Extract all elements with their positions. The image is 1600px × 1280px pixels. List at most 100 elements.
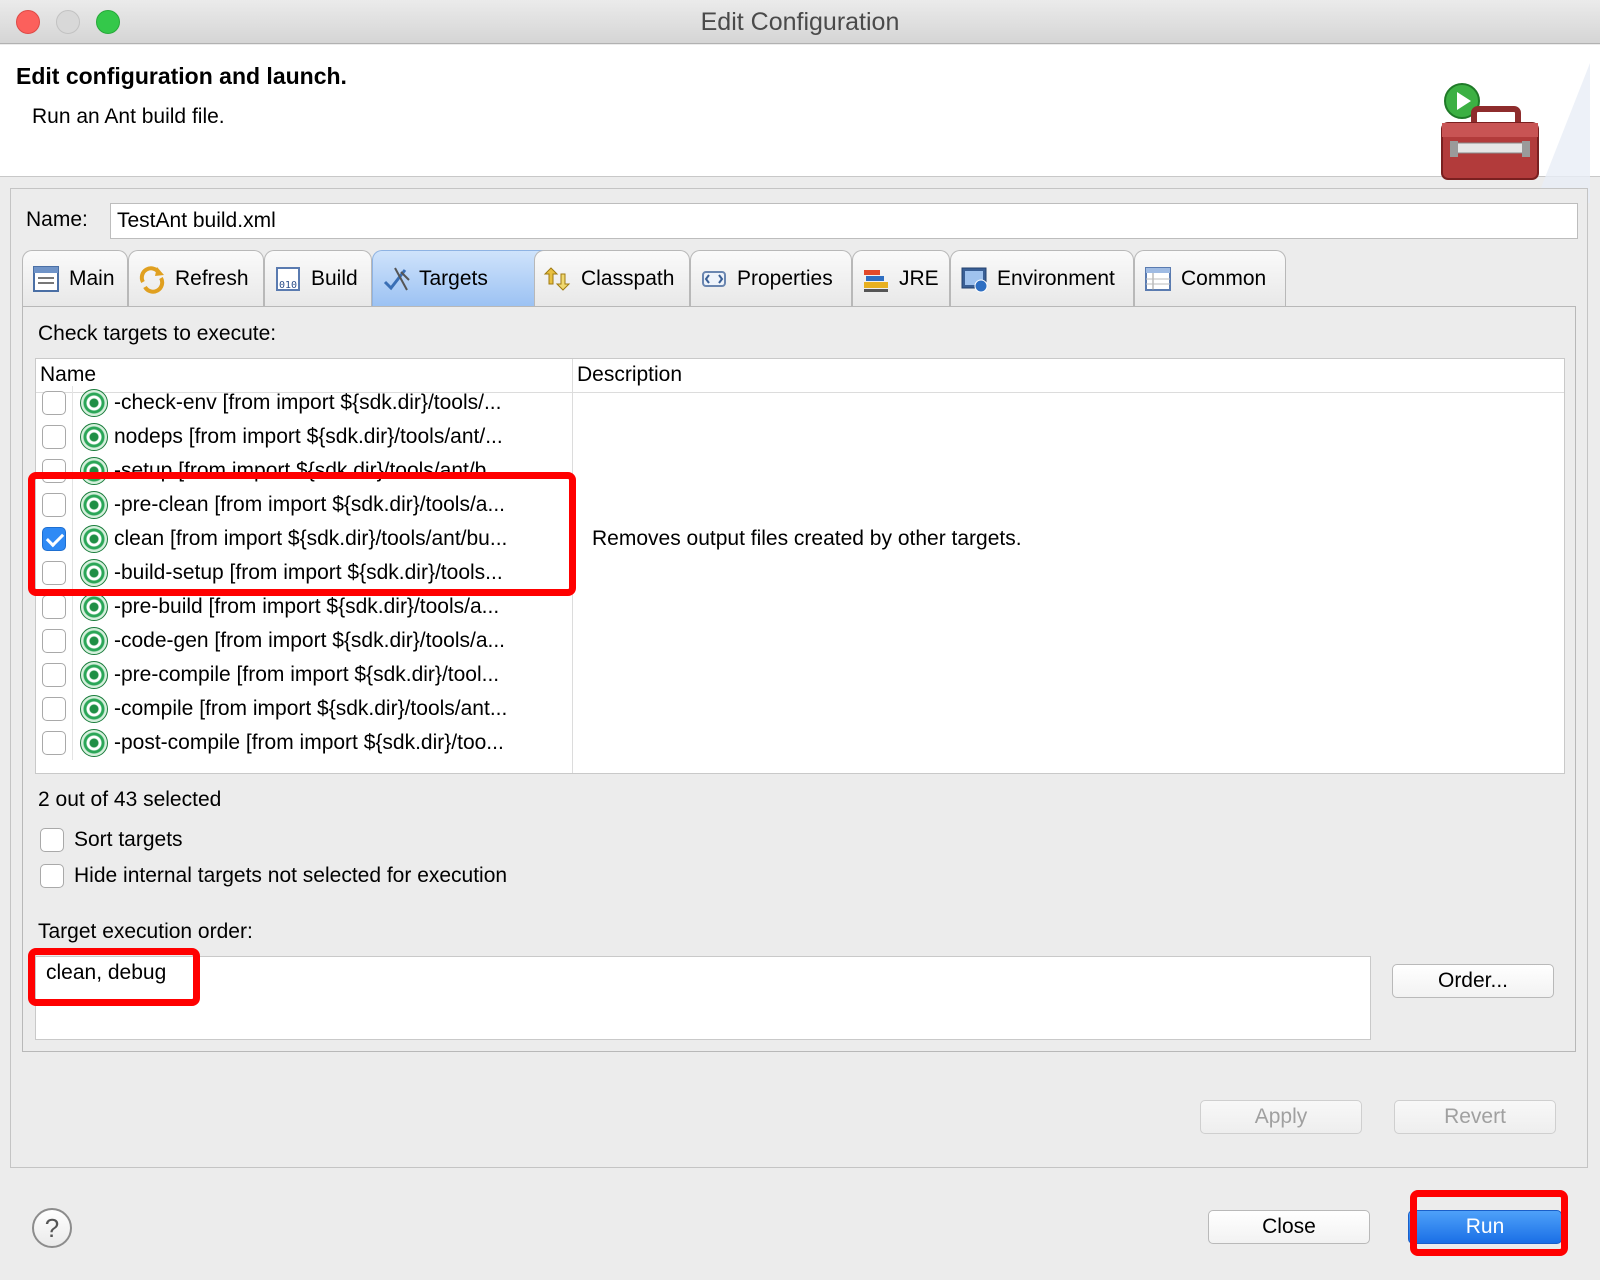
sort-targets-label: Sort targets	[74, 828, 183, 851]
svg-text:010: 010	[279, 280, 297, 291]
main-tab-icon	[33, 265, 59, 292]
tab-main[interactable]: Main	[22, 250, 128, 306]
ant-target-icon	[80, 695, 108, 723]
order-button[interactable]: Order...	[1392, 964, 1554, 998]
table-row[interactable]: -compile [from import ${sdk.dir}/tools/a…	[36, 692, 1564, 726]
apply-button[interactable]: Apply	[1200, 1100, 1362, 1134]
table-row[interactable]: -build-setup [from import ${sdk.dir}/too…	[36, 556, 1564, 590]
execution-order-value: clean, debug	[46, 961, 167, 984]
target-name: -code-gen [from import ${sdk.dir}/tools/…	[114, 629, 506, 652]
ant-toolbox-icon	[1441, 63, 1590, 203]
target-name: -setup [from import ${sdk.dir}/tools/ant…	[114, 459, 504, 482]
window-title: Edit Configuration	[700, 8, 900, 36]
ant-target-icon	[80, 423, 108, 451]
name-input[interactable]	[110, 203, 1578, 239]
cell-divider	[72, 658, 73, 692]
target-checkbox[interactable]	[42, 527, 66, 551]
header-title: Edit configuration and launch.	[16, 63, 347, 89]
ant-target-icon	[80, 661, 108, 689]
hide-internal-label: Hide internal targets not selected for e…	[74, 864, 508, 887]
table-row[interactable]: -code-gen [from import ${sdk.dir}/tools/…	[36, 624, 1564, 658]
execution-order-field[interactable]: clean, debug	[35, 956, 1371, 1040]
ant-target-icon	[80, 491, 108, 519]
tab-label: Properties	[737, 266, 833, 290]
target-checkbox[interactable]	[42, 459, 66, 483]
tab-classpath[interactable]: Classpath	[534, 250, 690, 306]
tab-label: Classpath	[581, 266, 675, 290]
check-targets-label: Check targets to execute:	[38, 322, 277, 345]
table-row[interactable]: -pre-compile [from import ${sdk.dir}/too…	[36, 658, 1564, 692]
ant-target-icon	[80, 593, 108, 621]
jre-icon	[864, 269, 888, 292]
target-name: -compile [from import ${sdk.dir}/tools/a…	[114, 697, 508, 720]
cell-divider	[72, 386, 73, 420]
tab-common[interactable]: Common	[1134, 250, 1286, 306]
tab-targets[interactable]: Targets	[372, 250, 552, 306]
ant-target-icon	[80, 559, 108, 587]
target-checkbox[interactable]	[42, 561, 66, 585]
table-row[interactable]: -pre-clean [from import ${sdk.dir}/tools…	[36, 488, 1564, 522]
target-name: -build-setup [from import ${sdk.dir}/too…	[114, 561, 503, 584]
cell-divider	[72, 624, 73, 658]
tab-properties[interactable]: Properties	[690, 250, 852, 306]
execution-order-label: Target execution order:	[38, 920, 253, 943]
table-row[interactable]: -setup [from import ${sdk.dir}/tools/ant…	[36, 454, 1564, 488]
table-row[interactable]: nodeps [from import ${sdk.dir}/tools/ant…	[36, 420, 1564, 454]
target-description: Removes output files created by other ta…	[592, 527, 1022, 550]
hide-internal-option[interactable]: Hide internal targets not selected for e…	[40, 864, 507, 888]
cell-divider	[72, 590, 73, 624]
cell-divider	[72, 488, 73, 522]
cell-divider	[72, 420, 73, 454]
help-icon[interactable]: ?	[32, 1208, 72, 1248]
target-checkbox[interactable]	[42, 731, 66, 755]
table-row[interactable]: -post-compile [from import ${sdk.dir}/to…	[36, 726, 1564, 760]
ant-target-icon	[80, 729, 108, 757]
target-checkbox[interactable]	[42, 663, 66, 687]
target-checkbox[interactable]	[42, 391, 66, 415]
target-checkbox[interactable]	[42, 629, 66, 653]
ant-target-icon	[80, 389, 108, 417]
column-header-description[interactable]: Description	[577, 363, 682, 387]
ant-target-icon	[80, 525, 108, 553]
target-name: clean [from import ${sdk.dir}/tools/ant/…	[114, 527, 508, 550]
ant-target-icon	[80, 627, 108, 655]
column-header-name[interactable]: Name	[40, 363, 96, 387]
sort-targets-option[interactable]: Sort targets	[40, 828, 183, 852]
tab-label: Common	[1181, 266, 1267, 290]
tab-environment[interactable]: Environment	[950, 250, 1134, 306]
properties-icon	[702, 270, 726, 287]
target-checkbox[interactable]	[42, 493, 66, 517]
target-checkbox[interactable]	[42, 425, 66, 449]
dialog-header: Edit configuration and launch. Run an An…	[0, 45, 1600, 203]
table-row[interactable]: -check-env [from import ${sdk.dir}/tools…	[36, 386, 1564, 420]
table-row[interactable]: clean [from import ${sdk.dir}/tools/ant/…	[36, 522, 1564, 556]
header-subtitle: Run an Ant build file.	[32, 105, 225, 128]
tab-label: Main	[69, 266, 115, 290]
run-button[interactable]: Run	[1408, 1210, 1562, 1244]
tab-label: Refresh	[175, 266, 249, 290]
environment-icon	[961, 267, 988, 292]
target-checkbox[interactable]	[42, 697, 66, 721]
targets-table[interactable]: Name Description -check-env [from import…	[35, 358, 1565, 774]
tab-build[interactable]: 010 Build	[264, 250, 372, 306]
refresh-icon	[139, 265, 165, 294]
cell-divider	[72, 454, 73, 488]
tab-label: JRE	[899, 266, 939, 290]
tab-label: Targets	[419, 266, 488, 290]
table-row[interactable]: -pre-build [from import ${sdk.dir}/tools…	[36, 590, 1564, 624]
hide-internal-checkbox[interactable]	[40, 864, 64, 888]
tab-refresh[interactable]: Refresh	[128, 250, 264, 306]
target-name: nodeps [from import ${sdk.dir}/tools/ant…	[114, 425, 503, 448]
target-name: -pre-compile [from import ${sdk.dir}/too…	[114, 663, 500, 686]
close-button[interactable]: Close	[1208, 1210, 1370, 1244]
tab-jre[interactable]: JRE	[852, 250, 950, 306]
revert-button[interactable]: Revert	[1394, 1100, 1556, 1134]
sort-targets-checkbox[interactable]	[40, 828, 64, 852]
target-name: -check-env [from import ${sdk.dir}/tools…	[114, 391, 502, 414]
target-checkbox[interactable]	[42, 595, 66, 619]
selected-count-label: 2 out of 43 selected	[38, 788, 222, 811]
target-name: -post-compile [from import ${sdk.dir}/to…	[114, 731, 504, 754]
tab-label: Build	[311, 266, 358, 290]
classpath-icon	[543, 266, 571, 291]
cell-divider	[72, 522, 73, 556]
